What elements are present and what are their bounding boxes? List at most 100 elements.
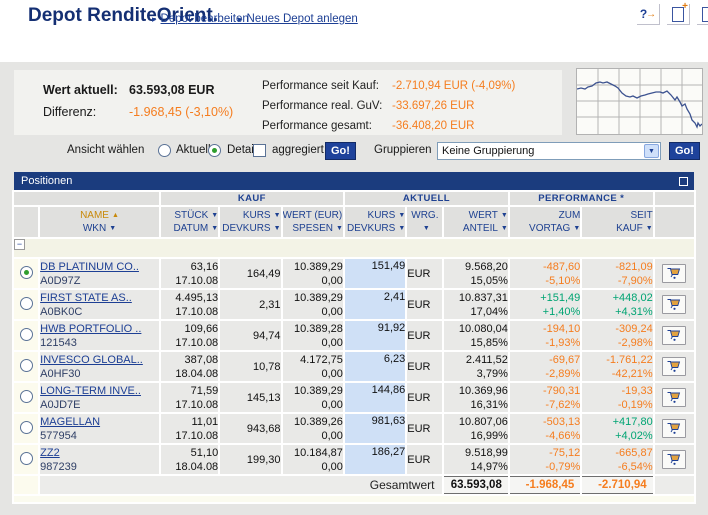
chevron-down-icon[interactable]: ▼ <box>644 144 659 158</box>
cart-icon <box>667 392 681 404</box>
sort-desc-icon[interactable]: ▼ <box>398 225 405 232</box>
position-link[interactable]: MAGELLAN <box>40 415 159 429</box>
column-header-spacer <box>654 207 694 237</box>
depot-page: { "colors":{"navy":"#1b3c7e","link":"#1d… <box>0 0 708 515</box>
ansicht-go-button[interactable]: Go! <box>325 142 356 160</box>
positions-table: KAUF AKTUELL PERFORMANCE * NAME ▲ WKN ▼ STÜCK ▼ D… <box>12 190 696 504</box>
kurs-aktuell-cell: 981,63 <box>344 414 406 443</box>
toolbar-icons: ? → + <box>637 2 708 25</box>
kurs-aktuell-cell: 6,23 <box>344 352 406 381</box>
position-link[interactable]: DB PLATINUM CO.. <box>40 260 159 274</box>
performance-label: Performance real. GuV: <box>262 100 383 112</box>
sort-desc-icon[interactable]: ▼ <box>501 212 508 219</box>
position-link[interactable]: ZZ2 <box>40 446 159 460</box>
collapse-row: − <box>14 239 694 257</box>
sort-desc-icon[interactable]: ▼ <box>573 225 580 232</box>
help-icon[interactable]: ? → <box>637 4 660 25</box>
position-link[interactable]: INVESCO GLOBAL.. <box>40 353 159 367</box>
position-radio[interactable] <box>19 265 33 279</box>
gruppieren-select-value: Keine Gruppierung <box>442 145 535 157</box>
position-radio[interactable] <box>19 420 33 434</box>
position-radio[interactable] <box>19 327 33 341</box>
link-depot-bearbeiten[interactable]: ▸ Depot bearbeiten <box>152 13 249 25</box>
position-wkn: 577954 <box>40 429 77 442</box>
new-document-icon[interactable]: + <box>667 2 690 25</box>
radio-aktuell-label[interactable]: Aktuell <box>176 144 211 156</box>
sort-desc-icon[interactable]: ▼ <box>423 225 430 232</box>
column-header[interactable]: WRG. ▼ <box>407 207 443 237</box>
sort-desc-icon[interactable]: ▼ <box>109 225 116 232</box>
position-wkn: A0HF30 <box>40 367 81 380</box>
position-radio[interactable] <box>19 389 33 403</box>
table-row: HWB PORTFOLIO .. 121543 109,66 17.10.08 94,7… <box>14 321 694 350</box>
summary-panel: Wert aktuell: 63.593,08 EUR Differenz: -1.… <box>14 70 562 135</box>
cart-button[interactable] <box>662 356 687 376</box>
total-row: Gesamtwert 63.593,08 -1.968,45 -2.710,94 <box>14 476 694 494</box>
sort-asc-icon[interactable]: ▲ <box>112 212 119 219</box>
cart-icon <box>667 423 681 435</box>
cart-button[interactable] <box>662 294 687 314</box>
sort-desc-icon[interactable]: ▼ <box>398 212 405 219</box>
cart-icon <box>667 454 681 466</box>
gruppieren-select[interactable]: Keine Gruppierung ▼ <box>437 142 661 160</box>
sort-desc-icon[interactable]: ▼ <box>274 212 281 219</box>
column-header[interactable]: WERT ▼ ANTEIL ▼ <box>444 207 508 237</box>
cart-button[interactable] <box>662 449 687 469</box>
group-header: PERFORMANCE * <box>509 192 653 205</box>
column-header-row: NAME ▲ WKN ▼ STÜCK ▼ DATUM ▼ KURS ▼ DEVKURS ▼ WERT (… <box>14 207 694 237</box>
group-header-spacer <box>654 192 694 205</box>
sort-desc-icon[interactable]: ▼ <box>646 225 653 232</box>
column-header[interactable]: NAME ▲ WKN ▼ <box>40 207 159 237</box>
kurs-aktuell-cell: 2,41 <box>344 290 406 319</box>
link-neues-depot-anlegen[interactable]: ▸ Neues Depot anlegen <box>238 13 358 25</box>
position-radio[interactable] <box>19 296 33 310</box>
arrow-right-icon: ▸ <box>152 14 157 24</box>
gruppieren-go-button[interactable]: Go! <box>669 142 700 160</box>
table-row: INVESCO GLOBAL.. A0HF30 387,08 18.04.08 10,7… <box>14 352 694 381</box>
kurs-aktuell-cell: 91,92 <box>344 321 406 350</box>
cart-button[interactable] <box>662 263 687 283</box>
sort-desc-icon[interactable]: ▼ <box>274 225 281 232</box>
differenz-label: Differenz: <box>43 105 97 119</box>
column-header[interactable]: WERT (EUR)▼SPESEN▼ <box>282 207 343 237</box>
column-header[interactable]: SEIT KAUF ▼ <box>582 207 653 237</box>
checkbox-aggregiert[interactable] <box>253 144 266 157</box>
radio-aktuell[interactable] <box>158 144 171 157</box>
kurs-aktuell-cell: 151,49 <box>344 259 406 288</box>
position-link[interactable]: FIRST STATE AS.. <box>40 291 159 305</box>
radio-details[interactable] <box>208 144 221 157</box>
position-link[interactable]: LONG-TERM INVE.. <box>40 384 159 398</box>
checkbox-aggregiert-label[interactable]: aggregiert <box>272 144 324 156</box>
sort-desc-icon[interactable]: ▼ <box>211 225 218 232</box>
performance-summary: Performance seit Kauf: -2.710,94 EUR (-4,… <box>262 76 515 136</box>
collapse-button[interactable]: − <box>14 239 25 250</box>
ansicht-waehlen-label: Ansicht wählen <box>67 144 145 156</box>
position-wkn: A0D97Z <box>40 274 81 287</box>
sort-desc-icon[interactable]: ▼ <box>336 225 343 232</box>
position-wkn: 987239 <box>40 460 77 473</box>
position-link[interactable]: HWB PORTFOLIO .. <box>40 322 159 336</box>
cart-button[interactable] <box>662 418 687 438</box>
kurs-aktuell-cell: 144,86 <box>344 383 406 412</box>
window-box-icon[interactable] <box>679 177 688 186</box>
gesamtwert-label: Gesamtwert <box>40 476 443 494</box>
position-wkn: A0JD7E <box>40 398 81 411</box>
position-radio[interactable] <box>19 451 33 465</box>
clipped-icon[interactable] <box>697 4 708 25</box>
sort-desc-icon[interactable]: ▼ <box>211 212 218 219</box>
column-header[interactable]: KURS ▼ DEVKURS ▼ <box>220 207 281 237</box>
performance-value: -2.710,94 EUR (-4,09%) <box>392 80 516 92</box>
kurs-aktuell-cell: 186,27 <box>344 445 406 474</box>
column-header[interactable]: KURS ▼ DEVKURS ▼ <box>344 207 406 237</box>
column-header-spacer <box>14 207 39 237</box>
gesamt-zum-vortag-value: -1.968,45 <box>509 476 581 494</box>
column-header[interactable]: STÜCK ▼ DATUM ▼ <box>160 207 219 237</box>
position-wkn: A0BK0C <box>40 305 83 318</box>
sort-desc-icon[interactable]: ▼ <box>501 225 508 232</box>
group-header-spacer <box>14 192 159 205</box>
cart-button[interactable] <box>662 325 687 345</box>
position-radio[interactable] <box>19 358 33 372</box>
cart-icon <box>667 268 681 280</box>
column-header[interactable]: ZUM VORTAG ▼ <box>509 207 581 237</box>
cart-button[interactable] <box>662 387 687 407</box>
